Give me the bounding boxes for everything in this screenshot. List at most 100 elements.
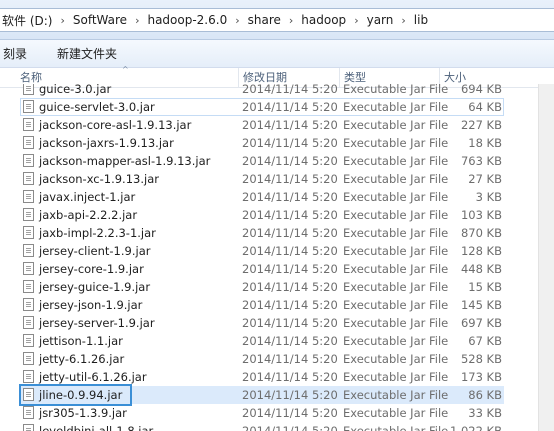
toolbar: 刻录 新建文件夹 <box>0 40 554 68</box>
file-date: 2014/11/14 5:20 <box>242 244 338 258</box>
jar-file-icon <box>23 84 34 95</box>
file-size: 33 KB <box>468 406 502 420</box>
file-size: 128 KB <box>460 244 502 258</box>
file-date: 2014/11/14 5:20 <box>242 154 338 168</box>
file-row[interactable]: javax.inject-1.jar 2014/11/14 5:20 Executa… <box>20 188 504 206</box>
file-date: 2014/11/14 5:20 <box>242 118 338 132</box>
file-size: 15 KB <box>468 280 502 294</box>
jar-file-icon <box>23 100 34 113</box>
new-folder-button[interactable]: 新建文件夹 <box>49 43 125 65</box>
file-name: javax.inject-1.jar <box>39 190 136 204</box>
file-type: Executable Jar File <box>343 226 449 240</box>
file-row[interactable]: leveldbjni-all-1.8.jar 2014/11/14 5:20 Exe… <box>20 422 504 431</box>
file-name: jersey-server-1.9.jar <box>39 316 155 330</box>
file-name: guice-3.0.jar <box>39 84 112 96</box>
file-date: 2014/11/14 5:20 <box>242 388 338 402</box>
jar-file-icon <box>23 298 34 311</box>
address-bar: 软件 (D:) › SoftWare › hadoop-2.6.0 › shar… <box>0 0 554 40</box>
file-row[interactable]: jetty-6.1.26.jar 2014/11/14 5:20 Executabl… <box>20 350 504 368</box>
file-size: 697 KB <box>460 316 502 330</box>
file-row[interactable]: jaxb-impl-2.2.3-1.jar 2014/11/14 5:20 Exec… <box>20 224 504 242</box>
vertical-scrollbar[interactable] <box>538 84 554 431</box>
file-name: jersey-client-1.9.jar <box>39 244 151 258</box>
file-name: jackson-jaxrs-1.9.13.jar <box>39 136 174 150</box>
file-name: jaxb-impl-2.2.3-1.jar <box>39 226 156 240</box>
file-size: 870 KB <box>460 226 502 240</box>
file-size: 448 KB <box>460 262 502 276</box>
file-row[interactable]: guice-servlet-3.0.jar 2014/11/14 5:20 Exec… <box>20 98 504 116</box>
file-type: Executable Jar File <box>343 298 449 312</box>
file-row[interactable]: jackson-mapper-asl-1.9.13.jar 2014/11/14 … <box>20 152 504 170</box>
file-row[interactable]: jackson-core-asl-1.9.13.jar 2014/11/14 5:… <box>20 116 504 134</box>
file-date: 2014/11/14 5:20 <box>242 84 338 96</box>
file-size: 3 KB <box>475 190 502 204</box>
file-name: jackson-core-asl-1.9.13.jar <box>39 118 192 132</box>
file-type: Executable Jar File <box>343 424 449 431</box>
file-row[interactable]: jaxb-api-2.2.2.jar 2014/11/14 5:20 Executa… <box>20 206 504 224</box>
file-size: 64 KB <box>468 100 502 114</box>
file-date: 2014/11/14 5:20 <box>242 190 338 204</box>
file-date: 2014/11/14 5:20 <box>242 100 338 114</box>
burn-button[interactable]: 刻录 <box>0 43 35 65</box>
breadcrumb-share[interactable]: share <box>246 13 283 27</box>
file-date: 2014/11/14 5:20 <box>242 298 338 312</box>
file-name: jersey-core-1.9.jar <box>39 262 144 276</box>
file-type: Executable Jar File <box>343 190 449 204</box>
file-row[interactable]: guice-3.0.jar 2014/11/14 5:20 Executable J… <box>20 84 504 98</box>
chevron-right-icon[interactable]: › <box>229 14 245 27</box>
breadcrumb-software[interactable]: SoftWare <box>71 13 129 27</box>
file-name: jackson-xc-1.9.13.jar <box>39 172 159 186</box>
file-type: Executable Jar File <box>343 84 449 96</box>
file-row[interactable]: jsr305-1.3.9.jar 2014/11/14 5:20 Executabl… <box>20 404 504 422</box>
file-size: 27 KB <box>468 172 502 186</box>
breadcrumb-hadoop-version[interactable]: hadoop-2.6.0 <box>145 13 229 27</box>
breadcrumb-hadoop[interactable]: hadoop <box>299 13 348 27</box>
breadcrumb[interactable]: 软件 (D:) › SoftWare › hadoop-2.6.0 › shar… <box>0 8 554 32</box>
file-row[interactable]: jersey-guice-1.9.jar 2014/11/14 5:20 Execu… <box>20 278 504 296</box>
jar-file-icon <box>23 118 34 131</box>
file-type: Executable Jar File <box>343 208 449 222</box>
breadcrumb-drive[interactable]: 软件 (D:) <box>0 12 54 29</box>
file-size: 18 KB <box>468 136 502 150</box>
jar-file-icon <box>23 262 34 275</box>
file-type: Executable Jar File <box>343 370 449 384</box>
file-type: Executable Jar File <box>343 136 449 150</box>
file-size: 694 KB <box>460 84 502 96</box>
file-row[interactable]: jersey-json-1.9.jar 2014/11/14 5:20 Execut… <box>20 296 504 314</box>
jar-file-icon <box>23 190 34 203</box>
chevron-right-icon[interactable]: › <box>395 14 411 27</box>
file-date: 2014/11/14 5:20 <box>242 172 338 186</box>
jar-file-icon <box>23 226 34 239</box>
file-row[interactable]: jersey-client-1.9.jar 2014/11/14 5:20 Exec… <box>20 242 504 260</box>
breadcrumb-lib[interactable]: lib <box>412 13 430 27</box>
highlight-box <box>19 384 132 406</box>
file-type: Executable Jar File <box>343 280 449 294</box>
chevron-right-icon[interactable]: › <box>54 14 70 27</box>
breadcrumb-yarn[interactable]: yarn <box>365 13 396 27</box>
file-list[interactable]: guice-3.0.jar 2014/11/14 5:20 Executable J… <box>0 84 554 431</box>
file-row[interactable]: jettison-1.1.jar 2014/11/14 5:20 Executabl… <box>20 332 504 350</box>
file-name: guice-servlet-3.0.jar <box>39 100 155 114</box>
file-size: 173 KB <box>460 370 502 384</box>
file-date: 2014/11/14 5:20 <box>242 280 338 294</box>
file-row[interactable]: jackson-xc-1.9.13.jar 2014/11/14 5:20 Exec… <box>20 170 504 188</box>
file-row[interactable]: jersey-core-1.9.jar 2014/11/14 5:20 Execut… <box>20 260 504 278</box>
file-date: 2014/11/14 5:20 <box>242 406 338 420</box>
file-row[interactable]: jackson-jaxrs-1.9.13.jar 2014/11/14 5:20 E… <box>20 134 504 152</box>
file-name: jetty-6.1.26.jar <box>39 352 125 366</box>
file-row[interactable]: jersey-server-1.9.jar 2014/11/14 5:20 Exec… <box>20 314 504 332</box>
file-size: 67 KB <box>468 334 502 348</box>
chevron-right-icon[interactable]: › <box>129 14 145 27</box>
file-type: Executable Jar File <box>343 406 449 420</box>
jar-file-icon <box>23 208 34 221</box>
jar-file-icon <box>23 406 34 419</box>
file-type: Executable Jar File <box>343 172 449 186</box>
file-date: 2014/11/14 5:20 <box>242 352 338 366</box>
file-size: 227 KB <box>460 118 502 132</box>
file-name: jersey-json-1.9.jar <box>39 298 143 312</box>
chevron-right-icon[interactable]: › <box>348 14 364 27</box>
file-type: Executable Jar File <box>343 388 449 402</box>
jar-file-icon <box>23 334 34 347</box>
chevron-right-icon[interactable]: › <box>283 14 299 27</box>
file-type: Executable Jar File <box>343 352 449 366</box>
